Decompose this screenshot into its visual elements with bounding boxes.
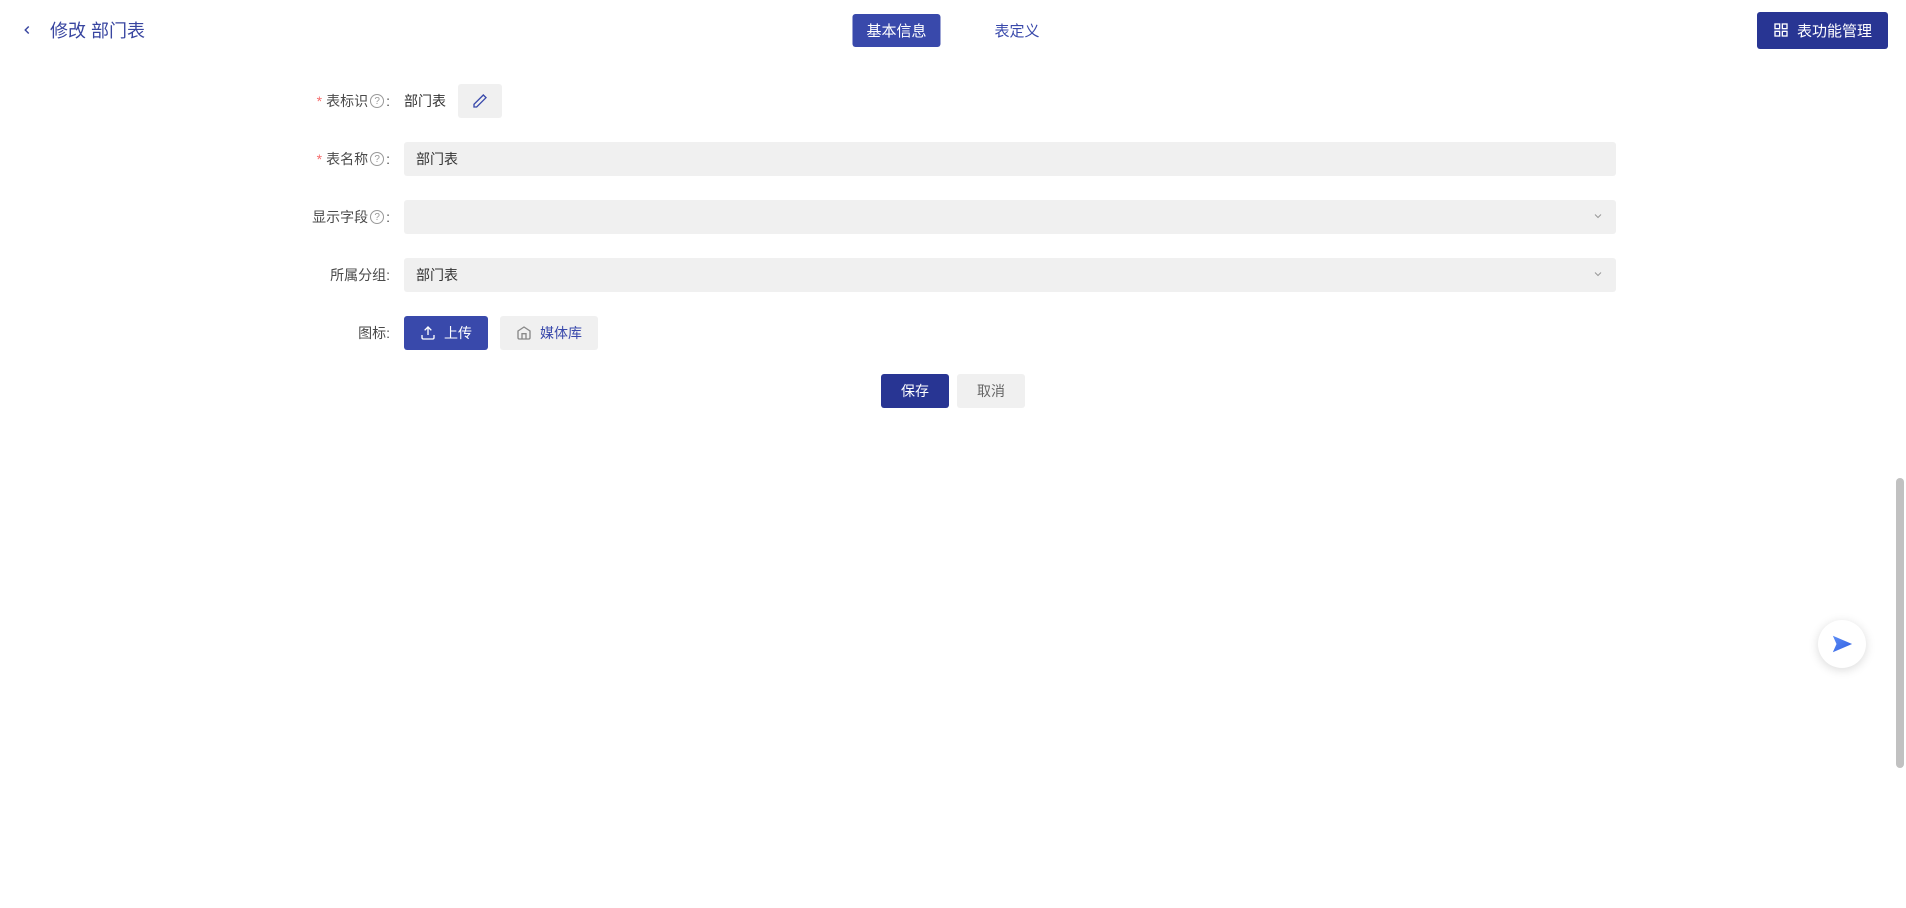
required-mark: * [317, 93, 322, 109]
page-title: 修改 部门表 [50, 17, 145, 43]
row-icon: 图标 : 上传 媒体库 [290, 316, 1616, 350]
colon: : [386, 93, 390, 109]
edit-icon [472, 93, 488, 109]
label-icon: 图标 : [290, 323, 390, 343]
upload-icon [420, 325, 436, 341]
upload-label: 上传 [444, 323, 472, 343]
identifier-value: 部门表 [404, 91, 446, 111]
send-icon [1831, 633, 1853, 655]
colon: : [386, 267, 390, 283]
row-display-field: 显示字段 ? : [290, 200, 1616, 234]
page-header: 修改 部门表 基本信息 表定义 表功能管理 [0, 0, 1906, 60]
colon: : [386, 151, 390, 167]
tab-bar: 基本信息 表定义 [852, 14, 1053, 47]
label-name: * 表名称 ? : [290, 149, 390, 169]
tab-basic-info[interactable]: 基本信息 [852, 14, 940, 47]
display-field-select[interactable] [404, 200, 1616, 234]
upload-button[interactable]: 上传 [404, 316, 488, 350]
label-display-field-text: 显示字段 [312, 207, 368, 227]
form: * 表标识 ? : 部门表 * 表名称 ? : 显示字段 ? : [290, 60, 1616, 408]
row-identifier: * 表标识 ? : 部门表 [290, 84, 1616, 118]
scrollbar-thumb[interactable] [1896, 478, 1904, 768]
display-field-value[interactable] [404, 200, 1616, 234]
save-label: 保存 [901, 381, 929, 401]
tab-definition[interactable]: 表定义 [981, 14, 1054, 47]
label-identifier-text: 表标识 [326, 91, 368, 111]
table-feature-manage-label: 表功能管理 [1797, 20, 1872, 41]
row-name: * 表名称 ? : [290, 142, 1616, 176]
help-icon[interactable]: ? [370, 210, 384, 224]
label-identifier: * 表标识 ? : [290, 91, 390, 111]
back-icon[interactable] [18, 21, 36, 39]
label-icon-text: 图标 [358, 323, 386, 343]
grid-icon [1773, 22, 1789, 38]
assistant-fab[interactable] [1818, 620, 1866, 668]
action-row: 保存 取消 [290, 374, 1616, 408]
save-button[interactable]: 保存 [881, 374, 949, 408]
required-mark: * [317, 151, 322, 167]
colon: : [386, 325, 390, 341]
media-library-label: 媒体库 [540, 323, 582, 343]
group-select[interactable] [404, 258, 1616, 292]
media-library-icon [516, 325, 532, 341]
edit-identifier-button[interactable] [458, 84, 502, 118]
cancel-label: 取消 [977, 381, 1005, 401]
label-display-field: 显示字段 ? : [290, 207, 390, 227]
colon: : [386, 209, 390, 225]
label-name-text: 表名称 [326, 149, 368, 169]
scrollbar[interactable] [1896, 0, 1904, 908]
help-icon[interactable]: ? [370, 152, 384, 166]
name-input[interactable] [404, 142, 1616, 176]
cancel-button[interactable]: 取消 [957, 374, 1025, 408]
row-group: 所属分组 : [290, 258, 1616, 292]
label-group-text: 所属分组 [330, 265, 386, 285]
table-feature-manage-button[interactable]: 表功能管理 [1757, 12, 1888, 49]
group-value[interactable] [404, 258, 1616, 292]
media-library-button[interactable]: 媒体库 [500, 316, 598, 350]
label-group: 所属分组 : [290, 265, 390, 285]
help-icon[interactable]: ? [370, 94, 384, 108]
